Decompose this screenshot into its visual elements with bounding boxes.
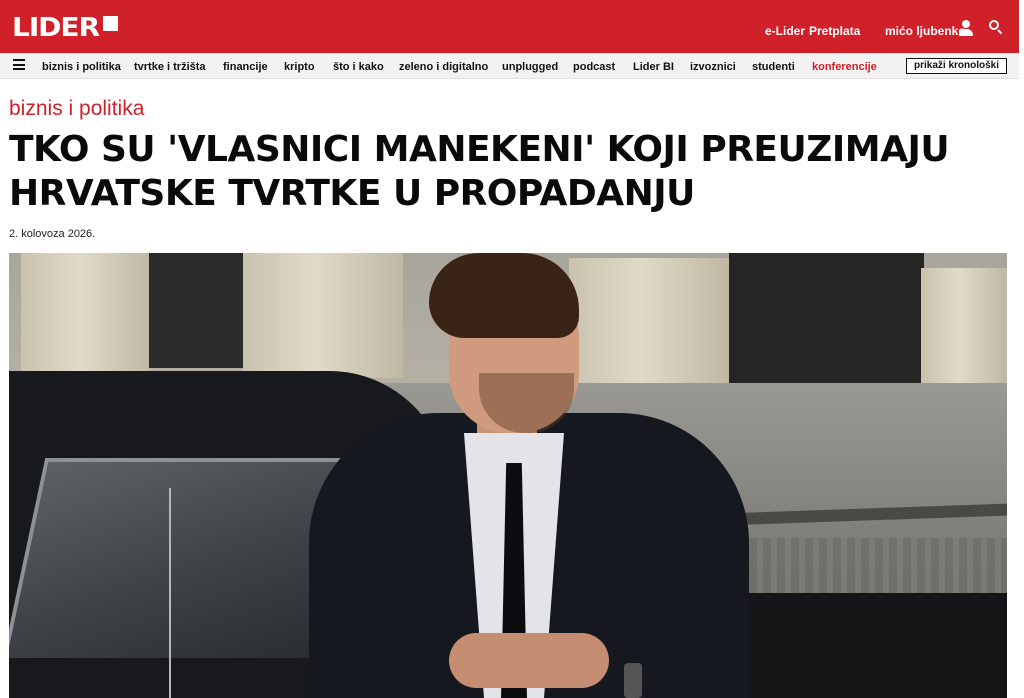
logo-square-icon (102, 16, 118, 31)
article-hero-image (9, 253, 1007, 698)
pretplata-link[interactable]: Pretplata (809, 24, 860, 38)
nav-item-zeleno-i-digitalno[interactable]: zeleno i digitalno (399, 61, 488, 74)
nav-item-konferencije[interactable]: konferencije (812, 61, 877, 74)
elider-link[interactable]: e-Lider (765, 24, 805, 38)
article-category[interactable]: biznis i politika (9, 97, 144, 121)
nav-item-studenti[interactable]: studenti (752, 61, 795, 74)
lider-logo[interactable]: LIDER (12, 14, 118, 42)
nav-item-financije[interactable]: financije (223, 61, 268, 74)
article-date: 2. kolovoza 2026. (9, 228, 96, 240)
top-header: LIDER e-Lider Pretplata mićo ljubenko (0, 0, 1019, 53)
logo-text: LIDER (12, 13, 100, 43)
man-in-suit (9, 253, 1007, 698)
user-icon[interactable] (959, 20, 973, 36)
nav-item-tvrtke-i-trzista[interactable]: tvrtke i tržišta (134, 61, 206, 74)
nav-item-biznis-i-politika[interactable]: biznis i politika (42, 61, 121, 74)
nav-item-izvoznici[interactable]: izvoznici (690, 61, 736, 74)
nav-item-sto-i-kako[interactable]: što i kako (333, 61, 384, 74)
main-nav: biznis i politika tvrtke i tržišta finan… (0, 53, 1019, 79)
chronological-view-button[interactable]: prikaži kronološki (906, 58, 1007, 74)
nav-item-unplugged[interactable]: unplugged (502, 61, 558, 74)
nav-item-lider-bi[interactable]: Lider BI (633, 61, 674, 74)
nav-item-kripto[interactable]: kripto (284, 61, 315, 74)
nav-item-podcast[interactable]: podcast (573, 61, 615, 74)
article-title: TKO SU 'VLASNICI MANEKENI' KOJI PREUZIMA… (9, 129, 950, 214)
search-icon[interactable] (989, 20, 1003, 35)
user-name-link[interactable]: mićo ljubenko (885, 24, 966, 38)
menu-icon[interactable] (13, 59, 25, 70)
